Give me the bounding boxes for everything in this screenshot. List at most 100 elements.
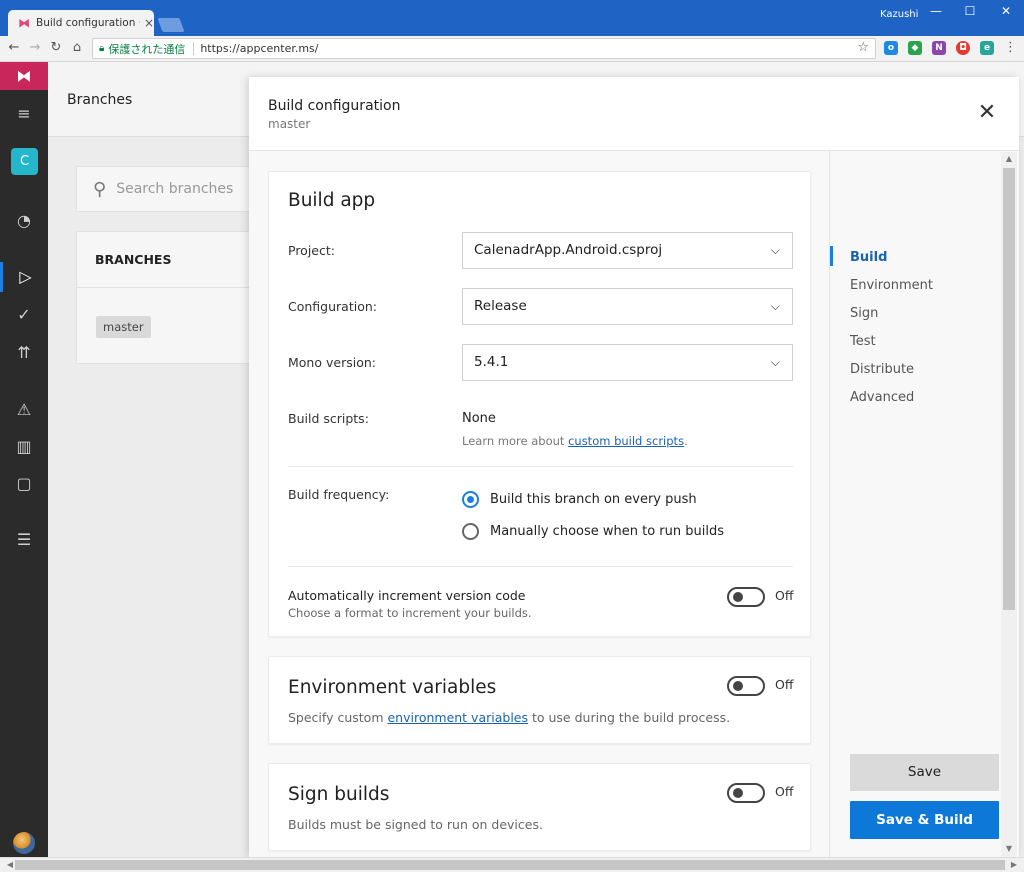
- hint-suffix: .: [684, 434, 688, 448]
- push-icon[interactable]: ▢: [0, 469, 48, 499]
- analytics-icon[interactable]: ▥: [0, 432, 48, 462]
- auto-increment-toggle[interactable]: [727, 587, 765, 607]
- divider: [288, 566, 793, 567]
- reload-icon[interactable]: ↻: [48, 40, 64, 56]
- build-icon[interactable]: ▷: [0, 262, 48, 292]
- address-bar[interactable]: 🔒︎ 保護された通信 https://appcenter.ms/ ☆: [92, 38, 876, 59]
- auto-increment-sub: Choose a format to increment your builds…: [288, 606, 532, 620]
- profile-name[interactable]: Kazushi: [880, 9, 918, 20]
- extension-block-icon[interactable]: ◘: [956, 41, 970, 55]
- project-select[interactable]: CalenadrApp.Android.csproj ⌵: [462, 232, 793, 269]
- vertical-scrollbar[interactable]: ▲ ▼: [1001, 152, 1017, 857]
- address-separator: [193, 42, 195, 55]
- build-scripts-value: None: [462, 411, 496, 426]
- custom-build-scripts-link[interactable]: custom build scripts: [568, 434, 684, 448]
- sidenav-item-distribute[interactable]: Distribute: [850, 362, 914, 377]
- scroll-right-icon[interactable]: ▶: [1006, 860, 1022, 869]
- panel-title: Build configuration: [268, 98, 401, 114]
- mono-version-value: 5.4.1: [474, 354, 509, 370]
- browser-titlebar: ⧓ Build configuration · Calendar × Kazus…: [0, 0, 1024, 36]
- radio-manual-label[interactable]: Manually choose when to run builds: [490, 524, 724, 539]
- branches-heading: BRANCHES: [77, 232, 275, 288]
- test-icon[interactable]: ✓: [0, 300, 48, 330]
- configuration-value: Release: [474, 298, 527, 314]
- branches-list: BRANCHES master: [76, 231, 276, 364]
- build-app-card: Build app Project: CalenadrApp.Android.c…: [268, 171, 811, 637]
- config-sidenav: Build Environment Sign Test Distribute A…: [829, 151, 1019, 857]
- mono-version-label: Mono version:: [288, 355, 376, 370]
- chevron-down-icon: ⌵: [770, 299, 780, 313]
- overview-icon[interactable]: ◔: [0, 206, 48, 236]
- panel-content: Build app Project: CalenadrApp.Android.c…: [249, 151, 829, 857]
- environment-variables-title: Environment variables: [288, 677, 497, 698]
- sidenav-item-environment[interactable]: Environment: [850, 278, 933, 293]
- browser-tab[interactable]: ⧓ Build configuration · Calendar ×: [8, 10, 154, 36]
- app-avatar[interactable]: C: [11, 148, 38, 175]
- url-text: https://appcenter.ms/: [200, 42, 319, 55]
- scroll-down-icon[interactable]: ▼: [1001, 844, 1017, 853]
- new-tab-button[interactable]: [157, 18, 185, 32]
- configuration-label: Configuration:: [288, 299, 377, 314]
- radio-every-push-label[interactable]: Build this branch on every push: [490, 492, 697, 507]
- user-avatar[interactable]: [13, 832, 35, 854]
- tab-close-icon[interactable]: ×: [144, 16, 154, 30]
- auto-increment-state: Off: [775, 588, 794, 603]
- horizontal-scrollbar[interactable]: ◀ ▶: [0, 857, 1024, 872]
- project-value: CalenadrApp.Android.csproj: [474, 242, 663, 258]
- environment-variables-toggle[interactable]: [727, 676, 765, 696]
- chevron-down-icon: ⌵: [770, 355, 780, 369]
- browser-menu-icon[interactable]: ⋮: [1004, 40, 1017, 55]
- appcenter-logo-icon[interactable]: ⧓: [0, 62, 48, 90]
- build-scripts-hint: Learn more about custom build scripts.: [462, 434, 688, 448]
- mono-version-select[interactable]: 5.4.1 ⌵: [462, 344, 793, 381]
- sidenav-item-advanced[interactable]: Advanced: [850, 390, 914, 405]
- vertical-scroll-thumb[interactable]: [1003, 168, 1015, 610]
- sidenav-item-sign[interactable]: Sign: [850, 306, 878, 321]
- toggle-knob: [733, 681, 743, 691]
- sign-builds-state: Off: [775, 784, 794, 799]
- extension-outlook-icon[interactable]: o: [884, 41, 898, 55]
- scroll-up-icon[interactable]: ▲: [1001, 154, 1017, 163]
- maximize-icon[interactable]: ☐: [960, 4, 980, 18]
- extension-edge-icon[interactable]: e: [980, 41, 994, 55]
- save-and-build-button[interactable]: Save & Build: [850, 801, 999, 839]
- build-scripts-label: Build scripts:: [288, 411, 369, 426]
- page-title: Branches: [67, 92, 133, 108]
- bookmark-star-icon[interactable]: ☆: [857, 40, 869, 55]
- radio-every-push[interactable]: [462, 491, 479, 508]
- settings-icon[interactable]: ☰: [0, 525, 48, 555]
- extension-feedly-icon[interactable]: ◆: [908, 41, 922, 55]
- minimize-icon[interactable]: —: [926, 4, 946, 18]
- close-icon[interactable]: ✕: [975, 101, 999, 125]
- distribute-icon[interactable]: ⇈: [0, 338, 48, 368]
- branch-chip-master[interactable]: master: [96, 316, 151, 338]
- chevron-down-icon: ⌵: [770, 243, 780, 257]
- hamburger-menu-icon[interactable]: ≡: [0, 99, 48, 129]
- search-branches-input[interactable]: ⚲ Search branches: [76, 166, 276, 212]
- diagnostics-icon[interactable]: ⚠: [0, 395, 48, 425]
- divider: [288, 466, 793, 467]
- appcenter-favicon-icon: ⧓: [18, 16, 30, 30]
- desc-suffix: to use during the build process.: [528, 710, 731, 725]
- sidenav-item-build[interactable]: Build: [850, 250, 887, 265]
- environment-variables-link[interactable]: environment variables: [387, 710, 528, 725]
- sidenav-item-test[interactable]: Test: [850, 334, 876, 349]
- secure-label: 保護された通信: [108, 42, 186, 56]
- window-close-icon[interactable]: ✕: [996, 4, 1016, 18]
- toggle-knob: [733, 788, 743, 798]
- horizontal-scroll-thumb[interactable]: [15, 860, 1005, 870]
- home-icon[interactable]: ⌂: [69, 40, 85, 56]
- sign-builds-toggle[interactable]: [727, 783, 765, 803]
- browser-toolbar: ← → ↻ ⌂ 🔒︎ 保護された通信 https://appcenter.ms/…: [0, 36, 1024, 62]
- radio-manual[interactable]: [462, 523, 479, 540]
- panel-header: Build configuration master ✕: [249, 77, 1019, 151]
- project-label: Project:: [288, 243, 335, 258]
- sign-builds-title: Sign builds: [288, 784, 390, 805]
- forward-icon[interactable]: →: [27, 40, 43, 56]
- hint-prefix: Learn more about: [462, 434, 569, 448]
- build-frequency-label: Build frequency:: [288, 487, 390, 502]
- extension-onenote-icon[interactable]: N: [932, 41, 946, 55]
- save-button[interactable]: Save: [850, 754, 999, 791]
- configuration-select[interactable]: Release ⌵: [462, 288, 793, 325]
- back-icon[interactable]: ←: [6, 40, 22, 56]
